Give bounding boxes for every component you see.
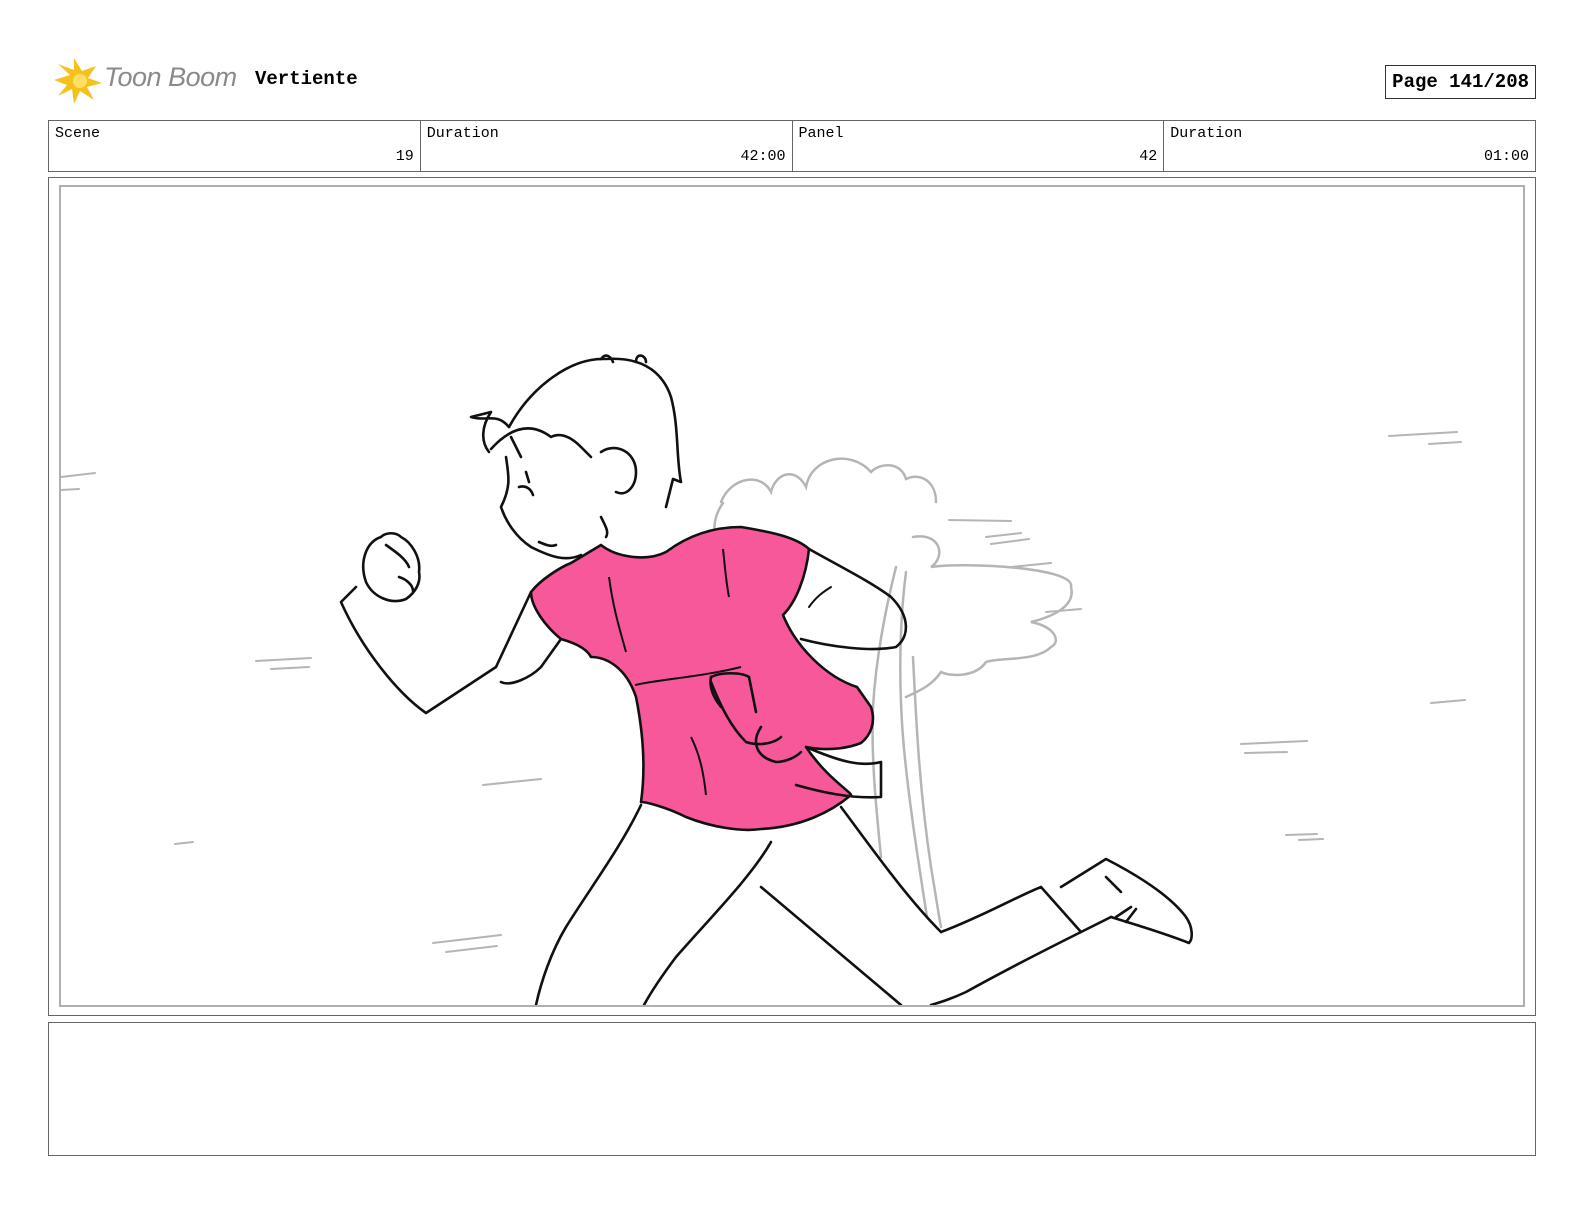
sleeve-detail	[808, 586, 832, 608]
scene-value: 19	[395, 148, 414, 165]
storyboard-header: Toon Boom Vertiente Page 141/208	[48, 54, 1536, 106]
boy-running-illustration	[61, 354, 1466, 1005]
panel-label: Panel	[798, 125, 844, 142]
scene-cell: Scene 19	[49, 121, 421, 171]
scene-duration-label: Duration	[426, 125, 499, 142]
toon-boom-logo-icon	[54, 58, 102, 104]
boy-head	[469, 354, 683, 560]
panel-notes-box	[48, 1022, 1536, 1156]
scene-duration-value: 42:00	[740, 148, 786, 165]
page-indicator: Page 141/208	[1385, 65, 1536, 99]
panel-safe-area	[59, 185, 1525, 1007]
boy-fist	[361, 531, 421, 603]
project-title: Vertiente	[255, 68, 358, 90]
panel-duration-cell: Duration 01:00	[1164, 121, 1535, 171]
panel-cell: Panel 42	[793, 121, 1165, 171]
boy-shirt	[529, 525, 875, 832]
boy-legs	[534, 803, 1193, 1005]
scene-label: Scene	[55, 125, 101, 142]
scene-duration-cell: Duration 42:00	[421, 121, 793, 171]
logo-text: Toon Boom	[104, 62, 237, 92]
panel-info-row: Scene 19 Duration 42:00 Panel 42 Duratio…	[48, 120, 1536, 172]
panel-duration-value: 01:00	[1483, 148, 1529, 165]
panel-value: 42	[1139, 148, 1158, 165]
panel-duration-label: Duration	[1170, 125, 1243, 142]
panel-image-frame	[48, 177, 1536, 1016]
